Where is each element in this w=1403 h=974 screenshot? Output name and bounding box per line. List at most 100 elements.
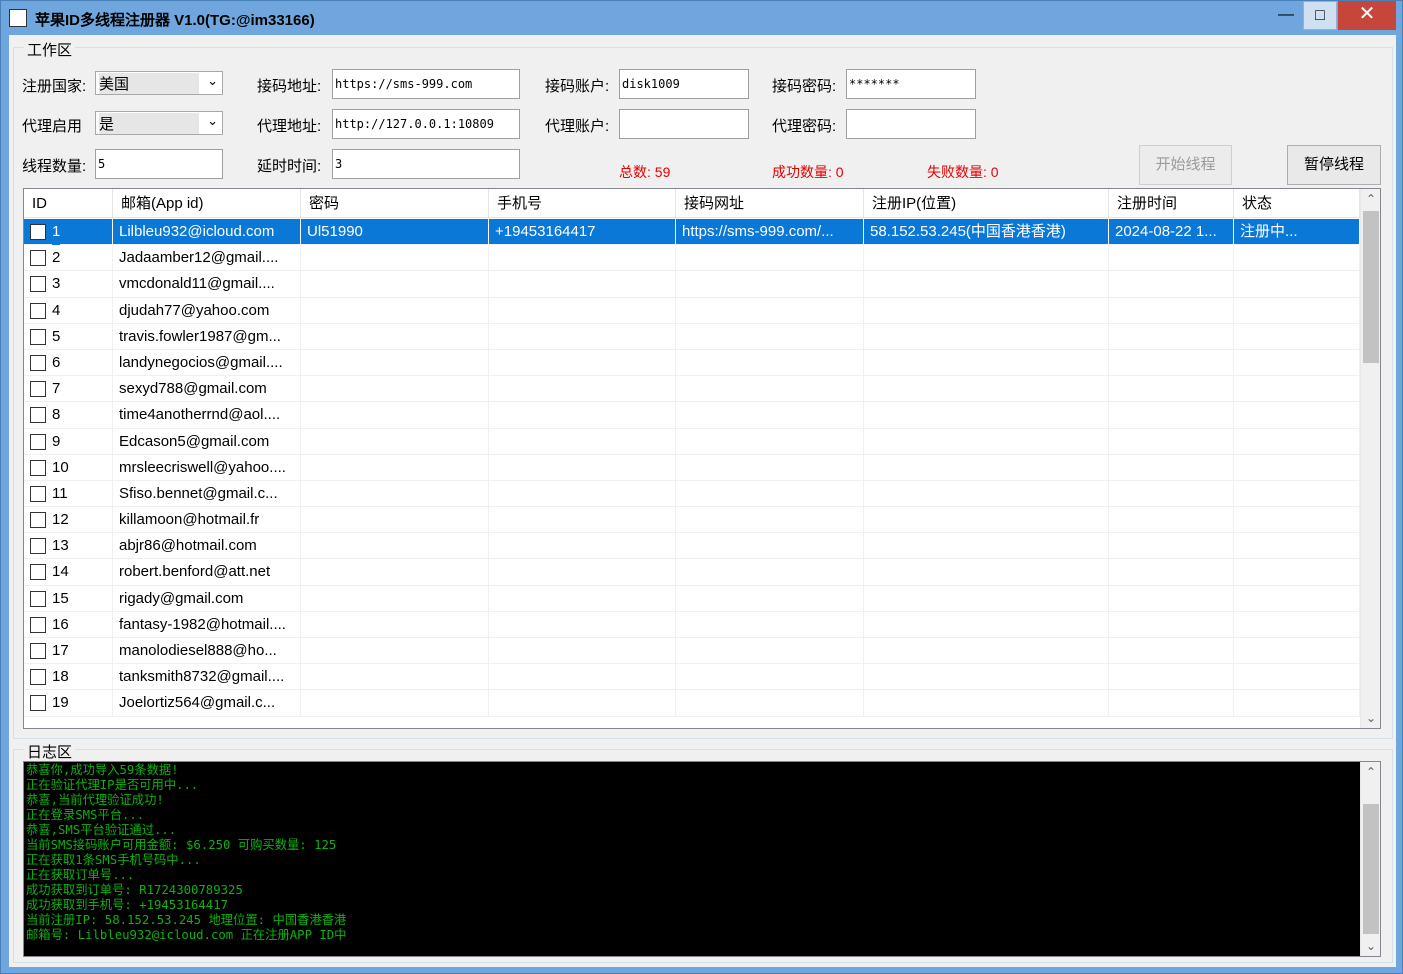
- maximize-icon[interactable]: □: [1303, 1, 1337, 30]
- scroll-up-icon[interactable]: ⌃: [1361, 189, 1380, 209]
- table-row[interactable]: 9 Edcason5@gmail.com: [24, 428, 1360, 455]
- table-scrollbar[interactable]: ⌃ ⌄: [1360, 189, 1380, 728]
- cell-status: [1234, 271, 1360, 298]
- column-header-id[interactable]: ID: [24, 189, 113, 218]
- cell-password: [301, 271, 489, 298]
- pause-thread-button[interactable]: 暂停线程: [1287, 145, 1381, 185]
- delay-input[interactable]: 3: [332, 149, 520, 179]
- row-checkbox[interactable]: [30, 459, 46, 476]
- column-header-time[interactable]: 注册时间: [1109, 189, 1234, 218]
- cell-email: killamoon@hotmail.fr: [113, 507, 301, 534]
- cell-email: Sfiso.bennet@gmail.c...: [113, 480, 301, 507]
- column-header-ip[interactable]: 注册IP(位置): [864, 189, 1109, 218]
- log-console[interactable]: 恭喜你,成功导入59条数据! 正在验证代理IP是否可用中... 恭喜,当前代理验证成…: [23, 761, 1381, 957]
- table-row[interactable]: 13 abjr86@hotmail.com: [24, 533, 1360, 560]
- row-checkbox[interactable]: [30, 381, 46, 398]
- cell-time: [1109, 585, 1234, 612]
- table-row[interactable]: 17 manolodiesel888@ho...: [24, 638, 1360, 665]
- table-row[interactable]: 11 Sfiso.bennet@gmail.c...: [24, 480, 1360, 508]
- table-row[interactable]: 5 travis.fowler1987@gm...: [24, 323, 1360, 350]
- sms-password-input[interactable]: *******: [846, 69, 976, 99]
- row-id: 7: [52, 380, 61, 398]
- row-checkbox[interactable]: [30, 302, 46, 319]
- close-icon[interactable]: ✕: [1338, 1, 1396, 30]
- row-checkbox[interactable]: [30, 485, 46, 502]
- table-row[interactable]: 19 Joelortiz564@gmail.c...: [24, 690, 1360, 717]
- scroll-up-icon[interactable]: ⌃: [1361, 762, 1380, 782]
- cell-email: Jadaamber12@gmail....: [113, 245, 301, 272]
- row-checkbox[interactable]: [30, 407, 46, 424]
- table-row[interactable]: 3 vmcdonald11@gmail....: [24, 271, 1360, 298]
- proxy-account-input[interactable]: [619, 109, 749, 139]
- proxy-enable-select[interactable]: 是 ⌄: [95, 111, 223, 135]
- row-checkbox[interactable]: [30, 354, 46, 371]
- row-checkbox[interactable]: [30, 695, 46, 712]
- row-checkbox[interactable]: [30, 538, 46, 555]
- table-row[interactable]: 7 sexyd788@gmail.com: [24, 376, 1360, 403]
- row-checkbox[interactable]: [30, 616, 46, 633]
- table-row[interactable]: 4 djudah77@yahoo.com: [24, 297, 1360, 324]
- column-header-email[interactable]: 邮箱(App id): [113, 189, 301, 218]
- cell-phone: [489, 376, 676, 403]
- account-table[interactable]: ID 邮箱(App id) 密码 手机号 接码网址 注册IP(位置) 注册时间 …: [23, 188, 1381, 729]
- cell-sms-url: [676, 638, 864, 664]
- sms-url-input[interactable]: https://sms-999.com: [332, 69, 520, 99]
- proxy-addr-label: 代理地址:: [257, 118, 322, 135]
- table-row[interactable]: 14 robert.benford@att.net: [24, 559, 1360, 586]
- table-row[interactable]: 16 fantasy-1982@hotmail....: [24, 611, 1360, 638]
- cell-id: 16: [24, 611, 113, 638]
- row-checkbox[interactable]: [30, 224, 46, 240]
- minimize-icon[interactable]: —: [1269, 1, 1303, 30]
- country-select[interactable]: 美国 ⌄: [95, 71, 223, 95]
- table-row[interactable]: 18 tanksmith8732@gmail....: [24, 664, 1360, 691]
- row-checkbox[interactable]: [30, 669, 46, 686]
- row-checkbox[interactable]: [30, 564, 46, 581]
- table-row[interactable]: 12 killamoon@hotmail.fr: [24, 507, 1360, 534]
- cell-time: [1109, 638, 1234, 664]
- column-header-status[interactable]: 状态: [1234, 189, 1360, 218]
- row-checkbox[interactable]: [30, 433, 46, 450]
- cell-sms-url: [676, 480, 864, 507]
- cell-email: djudah77@yahoo.com: [113, 297, 301, 324]
- column-header-sms-url[interactable]: 接码网址: [676, 189, 864, 218]
- cell-phone: [489, 428, 676, 455]
- column-header-password[interactable]: 密码: [301, 189, 489, 218]
- column-header-phone[interactable]: 手机号: [489, 189, 676, 218]
- cell-id: 18: [24, 664, 113, 691]
- title-bar[interactable]: 苹果ID多线程注册器 V1.0(TG:@im33166) — □ ✕: [1, 1, 1402, 35]
- cell-password: [301, 428, 489, 455]
- thread-count-input[interactable]: 5: [95, 149, 223, 179]
- table-row[interactable]: 6 landynegocios@gmail....: [24, 349, 1360, 377]
- cell-id: 6: [24, 349, 113, 376]
- cell-sms-url: [676, 271, 864, 298]
- table-row[interactable]: 15 rigady@gmail.com: [24, 585, 1360, 612]
- cell-status: [1234, 349, 1360, 376]
- row-checkbox[interactable]: [30, 328, 46, 345]
- country-value: 美国: [99, 73, 199, 94]
- table-row[interactable]: 8 time4anotherrnd@aol....: [24, 402, 1360, 429]
- row-checkbox[interactable]: [30, 512, 46, 529]
- proxy-password-input[interactable]: [846, 109, 976, 139]
- row-checkbox[interactable]: [30, 590, 46, 607]
- table-row[interactable]: 10 mrsleecriswell@yahoo....: [24, 454, 1360, 481]
- start-thread-button[interactable]: 开始线程: [1139, 145, 1232, 185]
- proxy-addr-input[interactable]: http://127.0.0.1:10809: [332, 109, 520, 139]
- cell-sms-url: [676, 402, 864, 429]
- log-line: 正在验证代理IP是否可用中...: [26, 778, 199, 792]
- scroll-thumb[interactable]: [1363, 211, 1379, 363]
- row-checkbox[interactable]: [30, 250, 46, 267]
- cell-ip: [864, 402, 1109, 429]
- cell-time: [1109, 271, 1234, 298]
- log-scrollbar[interactable]: ⌃ ⌄: [1360, 762, 1380, 956]
- scroll-thumb[interactable]: [1363, 804, 1379, 934]
- cell-password: [301, 480, 489, 507]
- table-row[interactable]: 2 Jadaamber12@gmail....: [24, 245, 1360, 272]
- row-id: 1: [52, 219, 61, 245]
- scroll-down-icon[interactable]: ⌄: [1361, 936, 1380, 956]
- cell-password: [301, 611, 489, 638]
- scroll-down-icon[interactable]: ⌄: [1361, 708, 1380, 728]
- table-row[interactable]: 1 Lilbleu932@icloud.com Ul51990 +1945316441…: [24, 219, 1360, 246]
- row-checkbox[interactable]: [30, 643, 46, 659]
- row-checkbox[interactable]: [30, 276, 46, 293]
- sms-account-input[interactable]: disk1009: [619, 69, 749, 99]
